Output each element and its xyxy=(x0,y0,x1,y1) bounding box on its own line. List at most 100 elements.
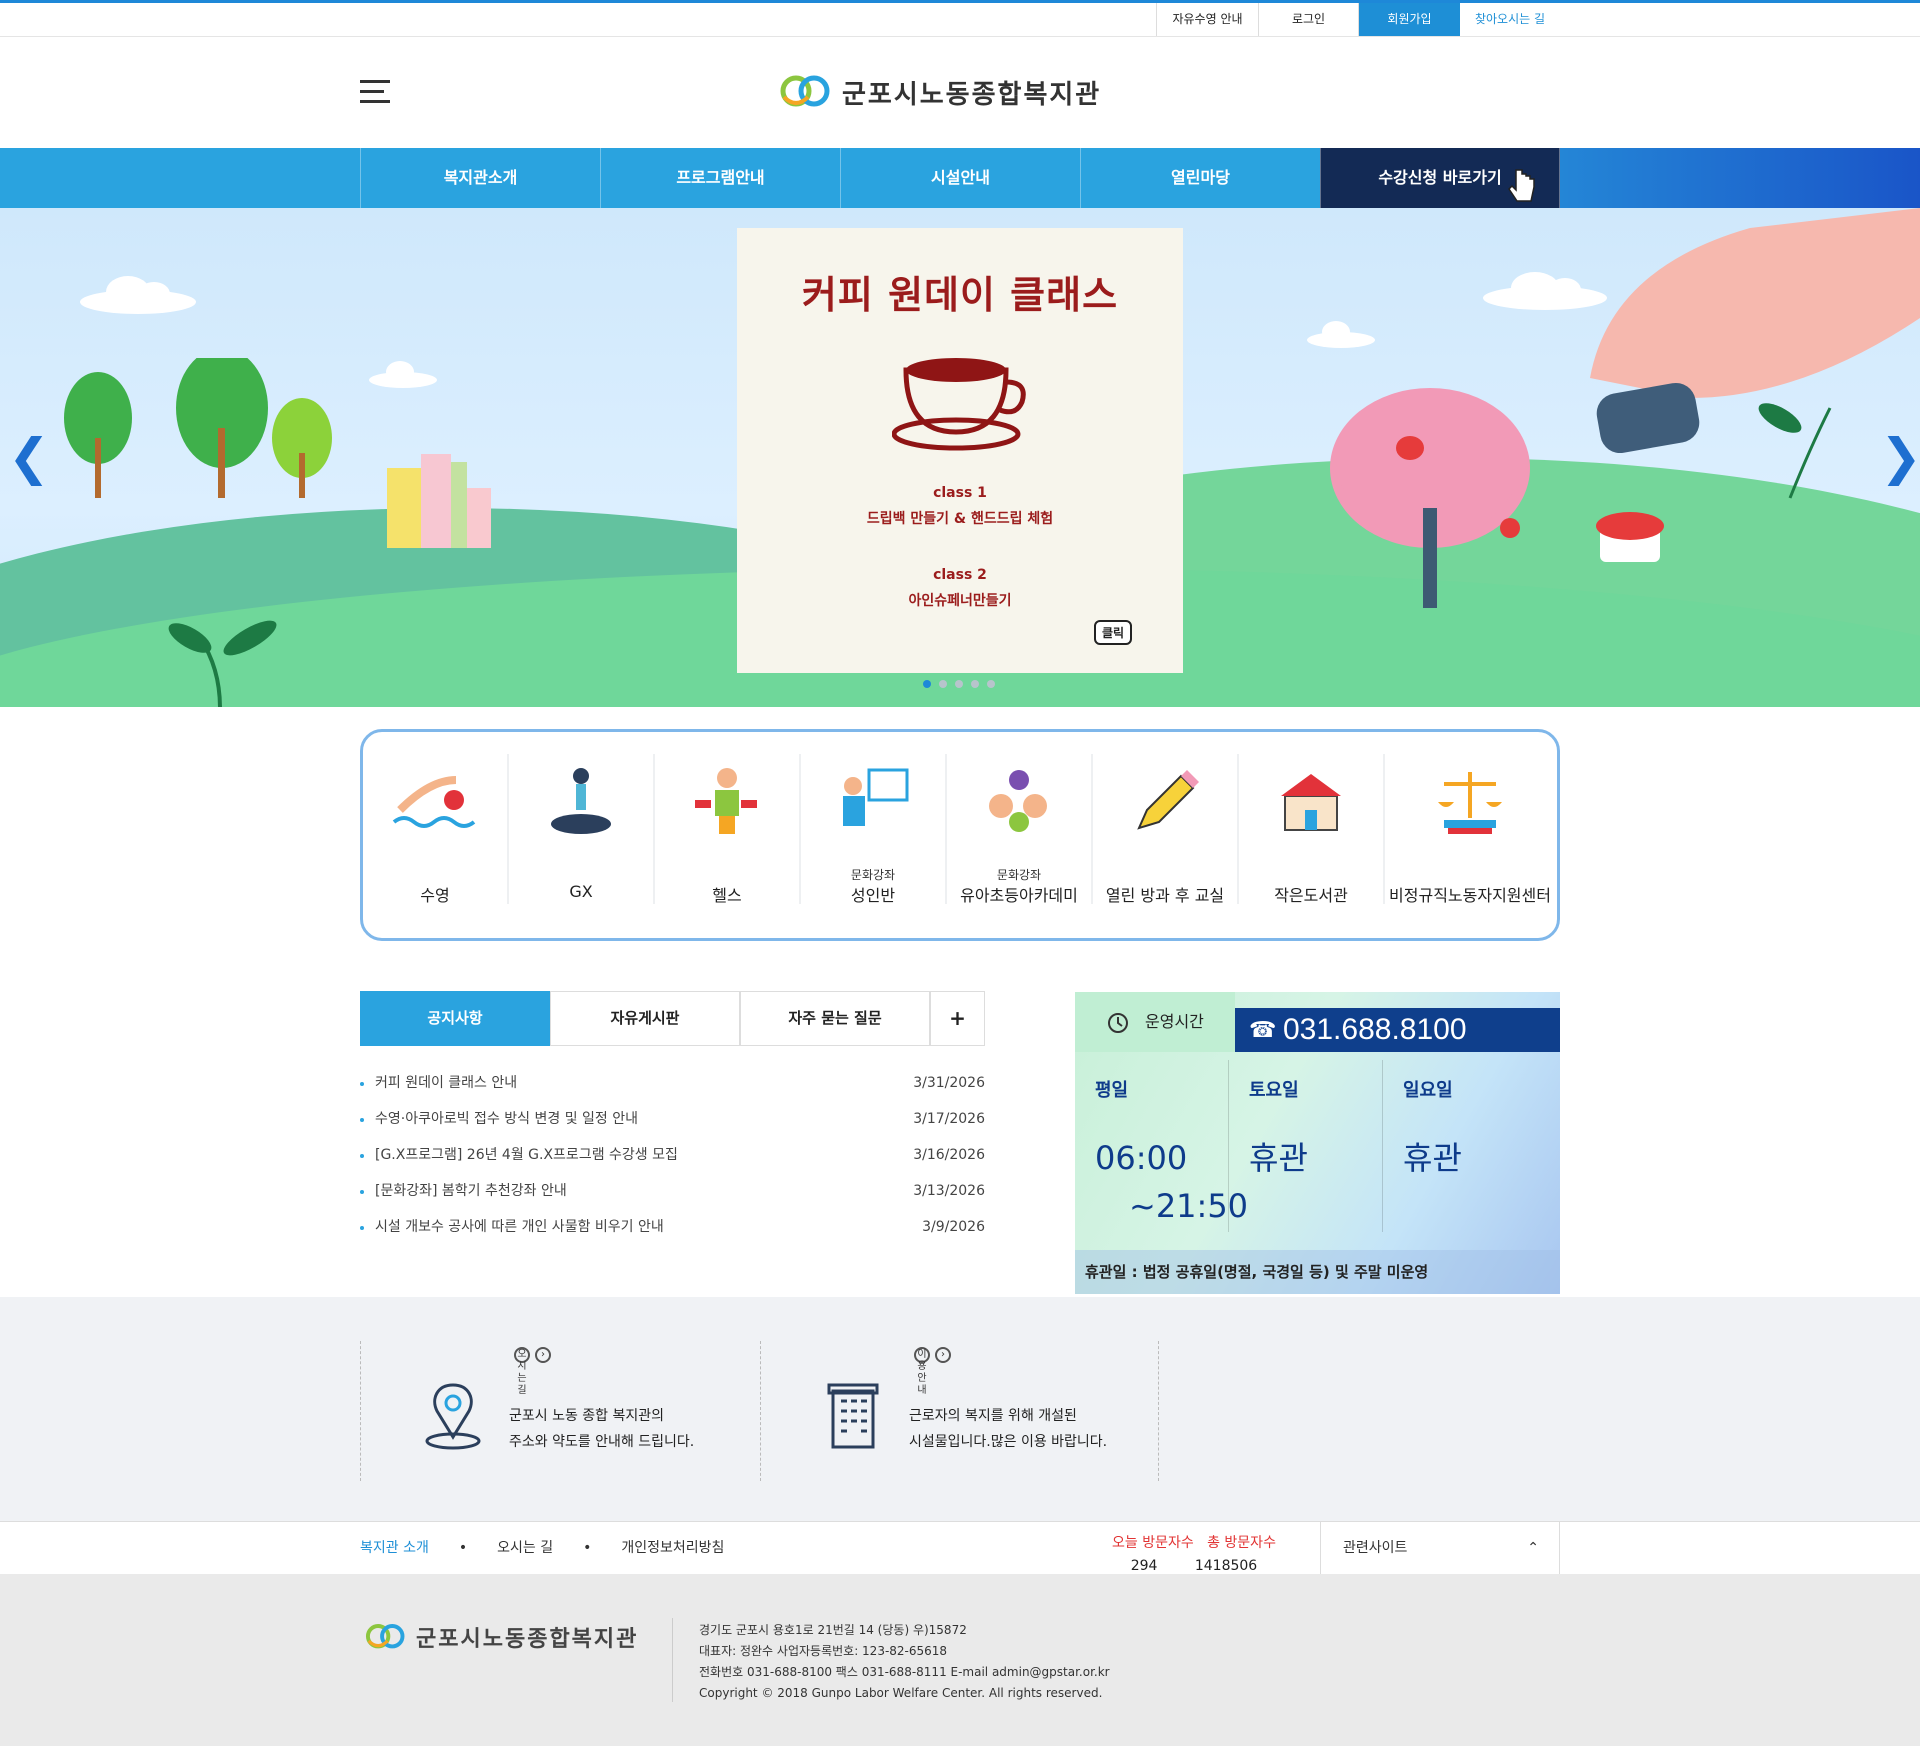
quick-item-library[interactable]: 작은도서관 xyxy=(1239,754,1385,905)
login-link[interactable]: 로그인 xyxy=(1258,3,1358,36)
building-icon xyxy=(827,1383,879,1449)
guide-usage[interactable]: 이용안내› 근로자의 복지를 위해 개설된 시설물입니다.많은 이용 바랍니다. xyxy=(760,1341,1160,1481)
poster-class2: class 2 xyxy=(933,567,987,583)
nav-facilities[interactable]: 시설안내 xyxy=(840,148,1080,208)
ops-weekday: 평일 06:00 ~21:50 xyxy=(1075,1060,1248,1232)
directions-link[interactable]: 찾아오시는 길 xyxy=(1460,3,1560,36)
swimmer-icon xyxy=(392,776,476,828)
logo-icon xyxy=(365,1624,405,1649)
ops-sunday: 일요일 휴관 xyxy=(1403,1080,1462,1177)
board-tabs: 공지사항 자유게시판 자주 묻는 질문 + xyxy=(360,991,985,1046)
list-item[interactable]: [문화강좌] 봄학기 추천강좌 안내 3/13/2026 xyxy=(360,1176,985,1212)
slide-dot[interactable] xyxy=(939,680,947,688)
tab-faq[interactable]: 자주 묻는 질문 xyxy=(740,991,930,1046)
poster-class1: class 1 xyxy=(933,485,987,501)
closed-days-note: 휴관일 : 법정 공휴일(명절, 국경일 등) 및 주말 미운영 xyxy=(1075,1250,1560,1294)
main-nav: 복지관소개 프로그램안내 시설안내 열린마당 수강신청 바로가기 xyxy=(0,148,1920,208)
utility-links: 자유수영 안내 로그인 회원가입 찾아오시는 길 xyxy=(1156,3,1560,36)
hero-slide-poster[interactable]: 커피 원데이 클래스 class 1 드립백 만들기 & 핸드드립 체험 clas… xyxy=(737,228,1183,673)
watering-hand-illustration xyxy=(1330,208,1920,608)
slide-dot[interactable] xyxy=(955,680,963,688)
guide-directions[interactable]: 오시는 길› 군포시 노동 종합 복지관의 주소와 약도를 안내해 드립니다. xyxy=(360,1341,760,1481)
signup-link[interactable]: 회원가입 xyxy=(1358,3,1460,36)
quick-label: 수영 xyxy=(420,886,450,905)
slide-prev-icon[interactable]: ❮ xyxy=(8,428,50,486)
ops-tab-label: 운영시간 xyxy=(1075,992,1235,1052)
cloud-icon xyxy=(369,361,437,388)
more-button[interactable]: + xyxy=(930,991,985,1046)
free-swim-link[interactable]: 자유수영 안내 xyxy=(1156,3,1258,36)
leaf-illustration xyxy=(168,620,277,707)
dumbbell-icon xyxy=(695,768,757,834)
poster-click-badge[interactable]: 클릭 xyxy=(1094,620,1133,645)
quick-label: 유아초등아카데미 xyxy=(960,886,1078,905)
tab-free-board[interactable]: 자유게시판 xyxy=(550,991,740,1046)
nav-community[interactable]: 열린마당 xyxy=(1080,148,1320,208)
header: 군포시노동종합복지관 xyxy=(0,37,1920,148)
clock-icon xyxy=(1108,1013,1128,1033)
pencil-icon xyxy=(1137,770,1199,830)
footer-logo: 군포시노동종합복지관 xyxy=(364,1620,638,1654)
quick-item-adult-class[interactable]: 문화강좌 성인반 xyxy=(801,754,947,905)
teacher-icon xyxy=(843,768,909,826)
list-item[interactable]: 수영·아쿠아로빅 접수 방식 변경 및 일정 안내 3/17/2026 xyxy=(360,1104,985,1140)
quick-item-irregular-worker-center[interactable]: 비정규직노동자지원센터 xyxy=(1385,754,1555,905)
footer-link-directions[interactable]: 오시는 길 xyxy=(497,1522,553,1575)
quick-sub: 문화강좌 xyxy=(850,868,896,882)
kids-icon xyxy=(989,770,1047,832)
nav-about[interactable]: 복지관소개 xyxy=(360,148,600,208)
library-icon xyxy=(1281,774,1341,831)
circle-arrow-icon[interactable]: › xyxy=(535,1346,551,1363)
nav-programs[interactable]: 프로그램안내 xyxy=(600,148,840,208)
visitor-counter: 오늘 방문자수 총 방문자수 294 1418506 xyxy=(1112,1535,1276,1574)
cloud-icon xyxy=(80,276,196,314)
logo-icon xyxy=(780,75,830,107)
quick-item-gx[interactable]: GX xyxy=(509,754,655,904)
list-item[interactable]: 시설 개보수 공사에 따른 개인 사물함 비우기 안내 3/9/2026 xyxy=(360,1212,985,1248)
yoga-icon xyxy=(551,768,611,834)
footer-link-privacy[interactable]: 개인정보처리방침 xyxy=(621,1522,724,1575)
location-pin-icon xyxy=(425,1383,481,1450)
scales-icon xyxy=(1438,772,1502,834)
slide-next-icon[interactable]: ❯ xyxy=(1880,428,1920,486)
quick-label: 헬스 xyxy=(712,886,742,905)
hero-banner: 커피 원데이 클래스 class 1 드립백 만들기 & 핸드드립 체험 clas… xyxy=(0,208,1920,707)
quick-item-swimming[interactable]: 수영 xyxy=(363,754,509,905)
tab-notice[interactable]: 공지사항 xyxy=(360,991,550,1046)
quick-label: 비정규직노동자지원센터 xyxy=(1389,886,1551,905)
site-title: 군포시노동종합복지관 xyxy=(842,79,1102,110)
buildings-illustration xyxy=(387,454,491,548)
site-logo[interactable]: 군포시노동종합복지관 xyxy=(778,71,1101,113)
chevron-up-icon: ⌃ xyxy=(1527,1540,1539,1556)
pointer-cursor-icon xyxy=(1508,169,1535,202)
quick-sub: 문화강좌 xyxy=(996,868,1042,882)
quick-label: 열린 방과 후 교실 xyxy=(1105,886,1225,905)
circle-arrow-icon[interactable]: › xyxy=(935,1346,951,1363)
poster-class2-desc: 아인슈페너만들기 xyxy=(908,593,1012,609)
slide-dot[interactable] xyxy=(987,680,995,688)
quick-item-health[interactable]: 헬스 xyxy=(655,754,801,905)
slide-dot[interactable] xyxy=(971,680,979,688)
phone-icon: ☎ xyxy=(1249,1017,1277,1042)
quick-label: GX xyxy=(569,882,593,901)
trees-illustration xyxy=(64,358,332,498)
footer-link-about[interactable]: 복지관 소개 xyxy=(360,1522,429,1575)
poster-class1-desc: 드립백 만들기 & 핸드드립 체험 xyxy=(866,511,1054,527)
operating-hours-panel: 운영시간 ☎ 031.688.8100 평일 06:00 ~21:50 토요일 휴… xyxy=(1075,992,1560,1294)
quick-menu: 수영 GX 헬스 문화강좌 성인반 문화강좌 유아초등아카데미 열린 방과 후 … xyxy=(360,729,1560,941)
related-sites-select[interactable]: 관련사이트 ⌃ xyxy=(1320,1522,1560,1575)
guide-section: 오시는 길› 군포시 노동 종합 복지관의 주소와 약도를 안내해 드립니다. 이… xyxy=(0,1297,1920,1521)
quick-item-afterschool[interactable]: 열린 방과 후 교실 xyxy=(1093,754,1239,905)
phone-number: ☎ 031.688.8100 xyxy=(1235,1008,1560,1052)
coffee-cup-icon xyxy=(892,358,1026,451)
menu-icon[interactable] xyxy=(360,80,390,104)
list-item[interactable]: 커피 원데이 클래스 안내 3/31/2026 xyxy=(360,1068,985,1104)
slide-dot[interactable] xyxy=(923,680,931,688)
quick-item-kids-academy[interactable]: 문화강좌 유아초등아카데미 xyxy=(947,754,1093,905)
notice-list: 커피 원데이 클래스 안내 3/31/2026 수영·아쿠아로빅 접수 방식 변경… xyxy=(360,1068,985,1248)
footer-info: 경기도 군포시 용호1로 21번길 14 (당동) 우)15872 대표자: 정… xyxy=(699,1623,1110,1700)
list-item[interactable]: [G.X프로그램] 26년 4월 G.X프로그램 수강생 모집 3/16/2026 xyxy=(360,1140,985,1176)
utility-bar: 자유수영 안내 로그인 회원가입 찾아오시는 길 xyxy=(0,0,1920,37)
footer: 군포시노동종합복지관 경기도 군포시 용호1로 21번길 14 (당동) 우)1… xyxy=(0,1574,1920,1746)
slide-pagination xyxy=(923,680,1003,688)
